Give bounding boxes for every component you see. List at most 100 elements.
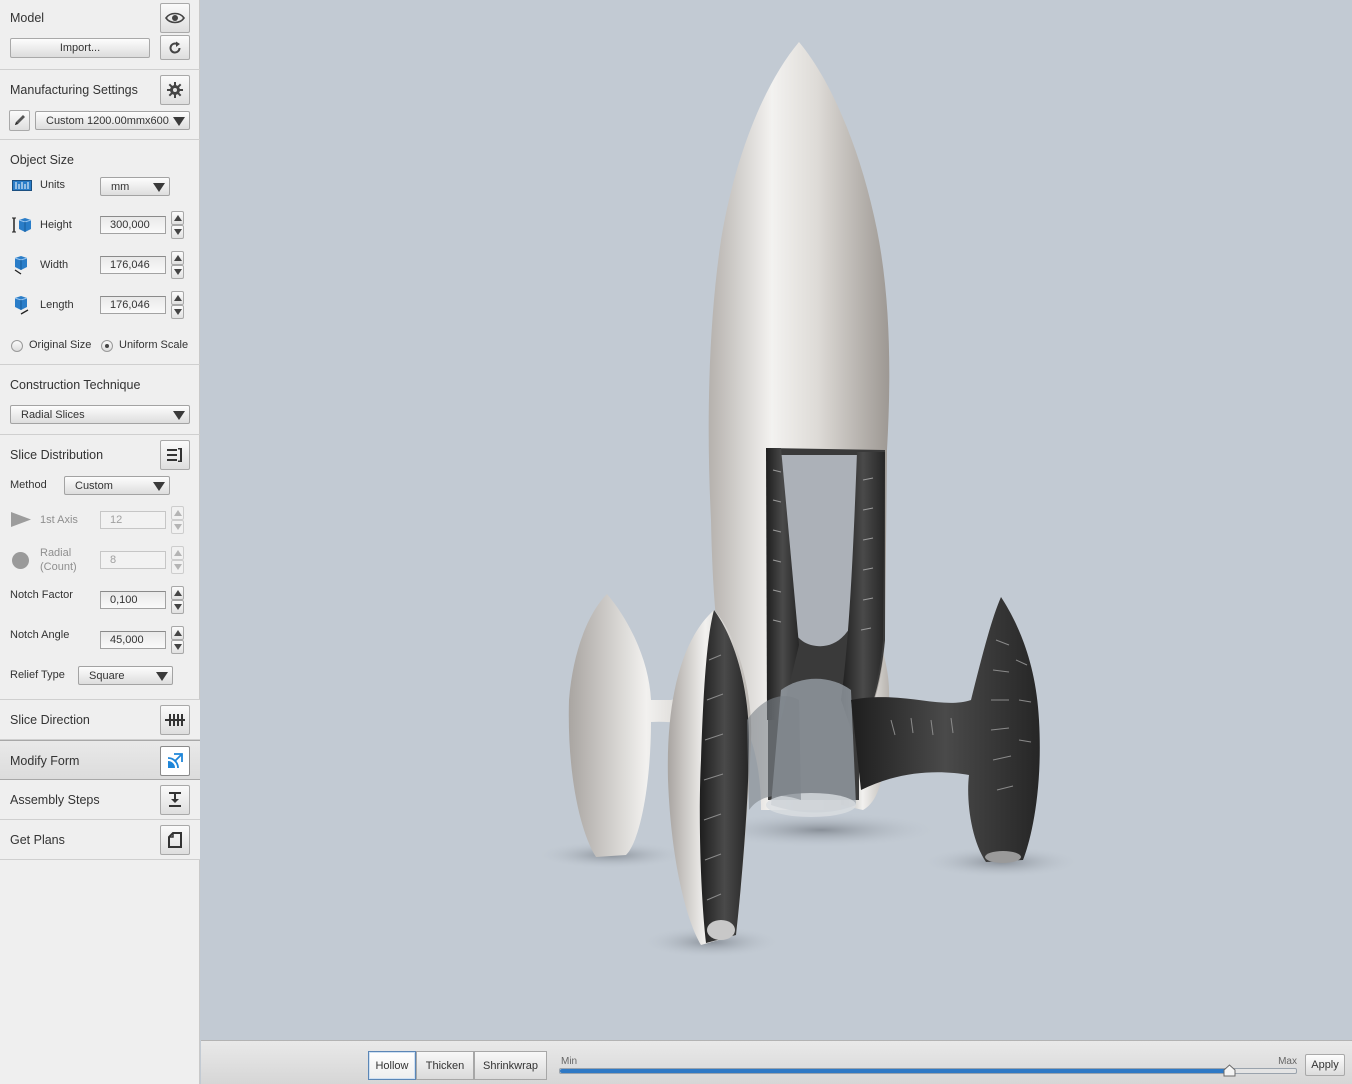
length-stepper[interactable] [171,291,184,319]
apply-label: Apply [1311,1059,1339,1071]
get-plans-button[interactable] [160,825,190,855]
method-value: Custom [75,480,113,492]
axis-triangle-icon [11,512,31,527]
height-input[interactable]: 300,000 [100,216,166,234]
notch-factor-input[interactable]: 0,100 [100,591,166,609]
assembly-steps-title: Assembly Steps [10,793,100,807]
hollow-button[interactable]: Hollow [368,1051,416,1080]
units-select[interactable]: mm [100,177,170,196]
radial-circle-icon [12,552,29,569]
modify-form-section[interactable]: Modify Form [0,740,200,780]
slice-distribution-title: Slice Distribution [10,448,104,462]
shrinkwrap-button[interactable]: Shrinkwrap [474,1051,547,1080]
model-title: Model [10,11,45,25]
modify-form-button[interactable] [160,746,190,776]
width-cube-icon [14,256,28,275]
model-section: Model Import... [0,0,200,70]
slice-distribution-section: Slice Distribution Method Custom 1st Axi… [0,435,200,700]
shrinkwrap-label: Shrinkwrap [482,1059,539,1072]
notch-angle-label: Notch Angle [10,629,70,641]
first-axis-label: 1st Axis [40,514,78,526]
manufacturing-preset-select[interactable]: Custom 1200.00mmx600.0 [35,111,190,130]
construction-select[interactable]: Radial Slices [10,405,190,424]
3d-viewport[interactable] [201,0,1352,1040]
object-size-title: Object Size [10,153,74,167]
slider-fill [560,1069,1230,1073]
slider-thumb[interactable] [1223,1064,1236,1077]
refresh-button[interactable] [160,35,190,60]
length-cube-icon [14,296,29,315]
notch-angle-stepper[interactable] [171,626,184,654]
slider-track[interactable] [559,1068,1297,1074]
thicken-label: Thicken [425,1059,465,1072]
length-label: Length [40,299,74,311]
gear-icon [167,82,183,98]
notch-factor-stepper[interactable] [171,586,184,614]
method-select[interactable]: Custom [64,476,170,495]
slice-direction-button[interactable] [160,705,190,735]
slider-max-label: Max [1278,1056,1297,1067]
height-label: Height [40,219,72,231]
notch-factor-label: Notch Factor [10,589,73,601]
relief-type-value: Square [89,670,125,682]
refresh-icon [169,41,181,54]
units-label: Units [40,179,66,191]
radial-count-stepper[interactable] [171,546,184,574]
slice-direction-title: Slice Direction [10,713,90,727]
hollow-label: Hollow [375,1059,409,1072]
uniform-scale-label: Uniform Scale [119,339,189,351]
width-stepper[interactable] [171,251,184,279]
units-value: mm [111,181,130,193]
eye-icon [165,12,185,24]
construction-title: Construction Technique [10,378,141,392]
modify-form-icon [167,753,183,769]
get-plans-section[interactable]: Get Plans [0,820,200,860]
method-label: Method [10,479,47,491]
slice-direction-icon [165,714,185,726]
slice-distribution-options-button[interactable] [160,440,190,470]
rocket-model[interactable] [201,0,1352,1040]
height-stepper[interactable] [171,211,184,239]
edit-manufacturing-button[interactable] [9,110,30,131]
notch-angle-input[interactable]: 45,000 [100,631,166,649]
bottom-toolbar: Hollow Thicken Shrinkwrap Min Max Apply [201,1040,1352,1084]
height-cube-icon [12,217,32,233]
construction-section: Construction Technique Radial Slices [0,365,200,435]
slice-direction-section[interactable]: Slice Direction [0,700,200,740]
get-plans-icon [168,832,182,848]
relief-type-label: Relief Type [10,669,65,681]
uniform-scale-radio[interactable] [101,340,113,352]
manufacturing-settings-button[interactable] [160,75,190,105]
form-amount-slider[interactable]: Min Max [559,1056,1297,1077]
first-axis-stepper[interactable] [171,506,184,534]
object-size-section: Object Size Units mm Height 300,000 Widt… [0,140,200,365]
radial-sublabel: (Count) [40,561,77,573]
apply-button[interactable]: Apply [1305,1054,1345,1076]
list-options-icon [167,448,182,462]
sidebar: Model Import... Manufacturing Settings C… [0,0,200,1084]
length-input[interactable]: 176,046 [100,296,166,314]
radial-count-input[interactable]: 8 [100,551,166,569]
assembly-steps-section[interactable]: Assembly Steps [0,780,200,820]
chevron-down-icon [173,411,185,420]
width-input[interactable]: 176,046 [100,256,166,274]
radial-label: Radial [40,547,72,559]
relief-type-select[interactable]: Square [78,666,173,685]
ruler-icon [12,180,32,191]
first-axis-input[interactable]: 12 [100,511,166,529]
assembly-steps-button[interactable] [160,785,190,815]
pencil-icon [15,115,25,125]
toggle-model-visibility-button[interactable] [160,3,190,33]
slider-min-label: Min [561,1056,578,1067]
thicken-button[interactable]: Thicken [416,1051,474,1080]
modify-form-title: Modify Form [10,754,80,768]
original-size-radio[interactable] [11,340,23,352]
construction-value: Radial Slices [21,409,85,421]
manufacturing-title: Manufacturing Settings [10,83,138,97]
manufacturing-preset-value: Custom 1200.00mmx600.0 [46,115,170,127]
chevron-down-icon [153,183,165,192]
assembly-steps-icon [169,792,181,807]
import-button[interactable]: Import... [10,38,150,58]
import-label: Import... [59,42,101,54]
chevron-down-icon [156,672,168,681]
